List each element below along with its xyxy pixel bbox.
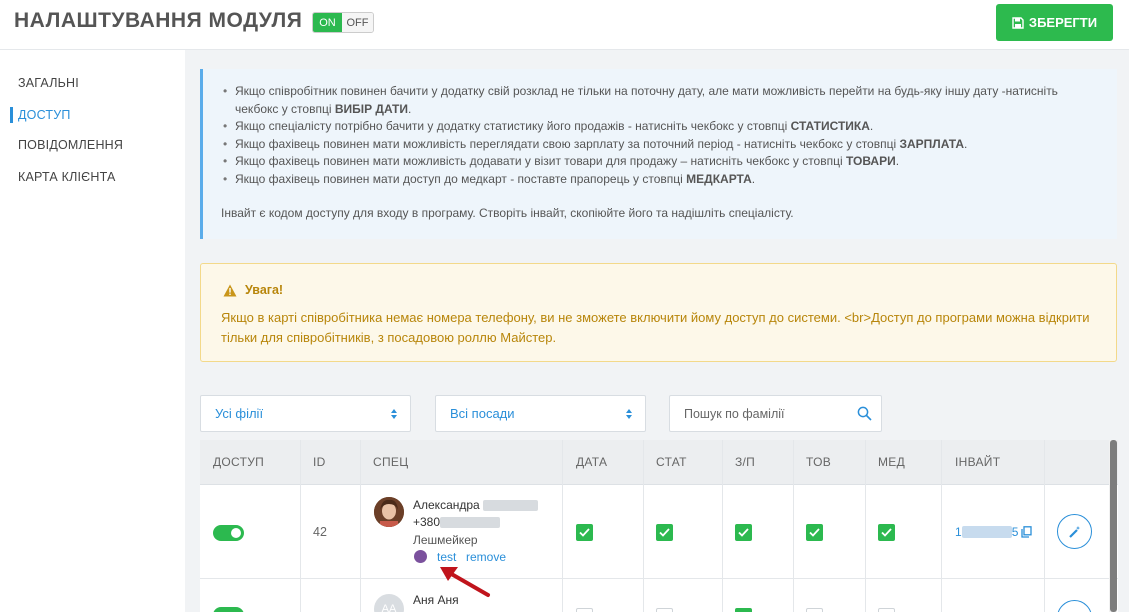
avatar (374, 497, 404, 527)
col-date: ДАТА (576, 455, 608, 469)
module-onoff-toggle[interactable]: ON OFF (312, 12, 374, 33)
toggle-off-label[interactable]: OFF (342, 13, 373, 32)
table-header: ДОСТУП ID СПЕЦ ДАТА СТАТ З/П ТОВ МЕД ІНВ… (200, 440, 1118, 485)
goods-checkbox[interactable] (806, 524, 823, 541)
generate-invite-button[interactable] (1057, 600, 1092, 612)
goods-checkbox[interactable] (806, 608, 823, 612)
surname-search[interactable] (669, 395, 882, 432)
date-checkbox[interactable] (576, 524, 593, 541)
col-stat: СТАТ (656, 455, 687, 469)
search-input[interactable] (684, 396, 854, 431)
info-item: Якщо спеціалісту потрібно бачити у додат… (223, 118, 1103, 136)
spec-role: Лешмейкер (413, 533, 478, 547)
spec-name: Александра (413, 498, 539, 512)
col-spec: СПЕЦ (373, 455, 409, 469)
scrollbar-thumb[interactable] (1110, 440, 1117, 612)
select-arrows-icon (391, 409, 397, 419)
salary-checkbox[interactable] (735, 608, 752, 612)
avatar: АА (374, 594, 404, 612)
toggle-on-label[interactable]: ON (313, 13, 342, 32)
red-arrow-annotation (440, 567, 490, 597)
info-box: Якщо співробітник повинен бачити у додат… (200, 69, 1117, 239)
warning-icon (223, 284, 237, 296)
info-item: Якщо співробітник повинен бачити у додат… (223, 83, 1103, 118)
warning-box: Увага! Якщо в карті співробітника немає … (200, 263, 1117, 362)
med-checkbox[interactable] (878, 524, 895, 541)
stat-checkbox[interactable] (656, 608, 673, 612)
invite-note: Інвайт є кодом доступу для входу в прогр… (221, 206, 794, 220)
info-list: Якщо співробітник повинен бачити у додат… (223, 83, 1103, 189)
generate-invite-button[interactable] (1057, 514, 1092, 549)
top-header: НАЛАШТУВАННЯ МОДУЛЯ ON OFF ЗБЕРЕГТИ (0, 0, 1129, 50)
sidebar-item-client-card[interactable]: КАРТА КЛІЄНТА (18, 170, 116, 184)
copy-icon[interactable] (1021, 526, 1033, 538)
floppy-disk-icon (1012, 16, 1024, 29)
warning-title: Увага! (223, 283, 283, 297)
col-med: МЕД (878, 455, 906, 469)
col-salary: З/П (735, 455, 756, 469)
branch-select[interactable]: Усі філії (200, 395, 411, 432)
info-item: Якщо фахівець повинен мати можливість пе… (223, 136, 1103, 154)
staff-id: 42 (313, 525, 327, 539)
date-checkbox[interactable] (576, 608, 593, 612)
info-item: Якщо фахівець повинен мати доступ до мед… (223, 171, 1103, 189)
magic-wand-icon (1068, 525, 1080, 538)
position-select[interactable]: Всі посади (435, 395, 646, 432)
med-checkbox[interactable] (878, 608, 895, 612)
info-item: Якщо фахівець повинен мати можливість до… (223, 153, 1103, 171)
stat-checkbox[interactable] (656, 524, 673, 541)
salary-checkbox[interactable] (735, 524, 752, 541)
spec-phone: +380 (413, 515, 501, 529)
page-title: НАЛАШТУВАННЯ МОДУЛЯ (14, 9, 303, 32)
active-marker (10, 107, 13, 123)
warning-text: Якщо в карті співробітника немає номера … (221, 310, 1090, 345)
col-access: ДОСТУП (213, 455, 265, 469)
invite-code[interactable]: 15 (955, 525, 1033, 539)
save-button-label: ЗБЕРЕГТИ (1028, 15, 1098, 30)
save-button[interactable]: ЗБЕРЕГТИ (996, 4, 1113, 41)
settings-sidebar: ЗАГАЛЬНІ ДОСТУП ПОВІДОМЛЕННЯ КАРТА КЛІЄН… (0, 50, 185, 612)
access-toggle[interactable] (213, 607, 244, 612)
col-id: ID (313, 455, 326, 469)
col-goods: ТОВ (806, 455, 832, 469)
search-icon[interactable] (857, 406, 872, 421)
staff-table: ДОСТУП ID СПЕЦ ДАТА СТАТ З/П ТОВ МЕД ІНВ… (200, 440, 1118, 612)
sidebar-item-general[interactable]: ЗАГАЛЬНІ (18, 76, 79, 90)
select-arrows-icon (626, 409, 632, 419)
sidebar-item-notifications[interactable]: ПОВІДОМЛЕННЯ (18, 138, 123, 152)
access-toggle[interactable] (213, 525, 244, 541)
col-invite: ІНВАЙТ (955, 455, 1001, 469)
viber-icon (414, 550, 427, 563)
sidebar-item-access[interactable]: ДОСТУП (18, 108, 71, 122)
